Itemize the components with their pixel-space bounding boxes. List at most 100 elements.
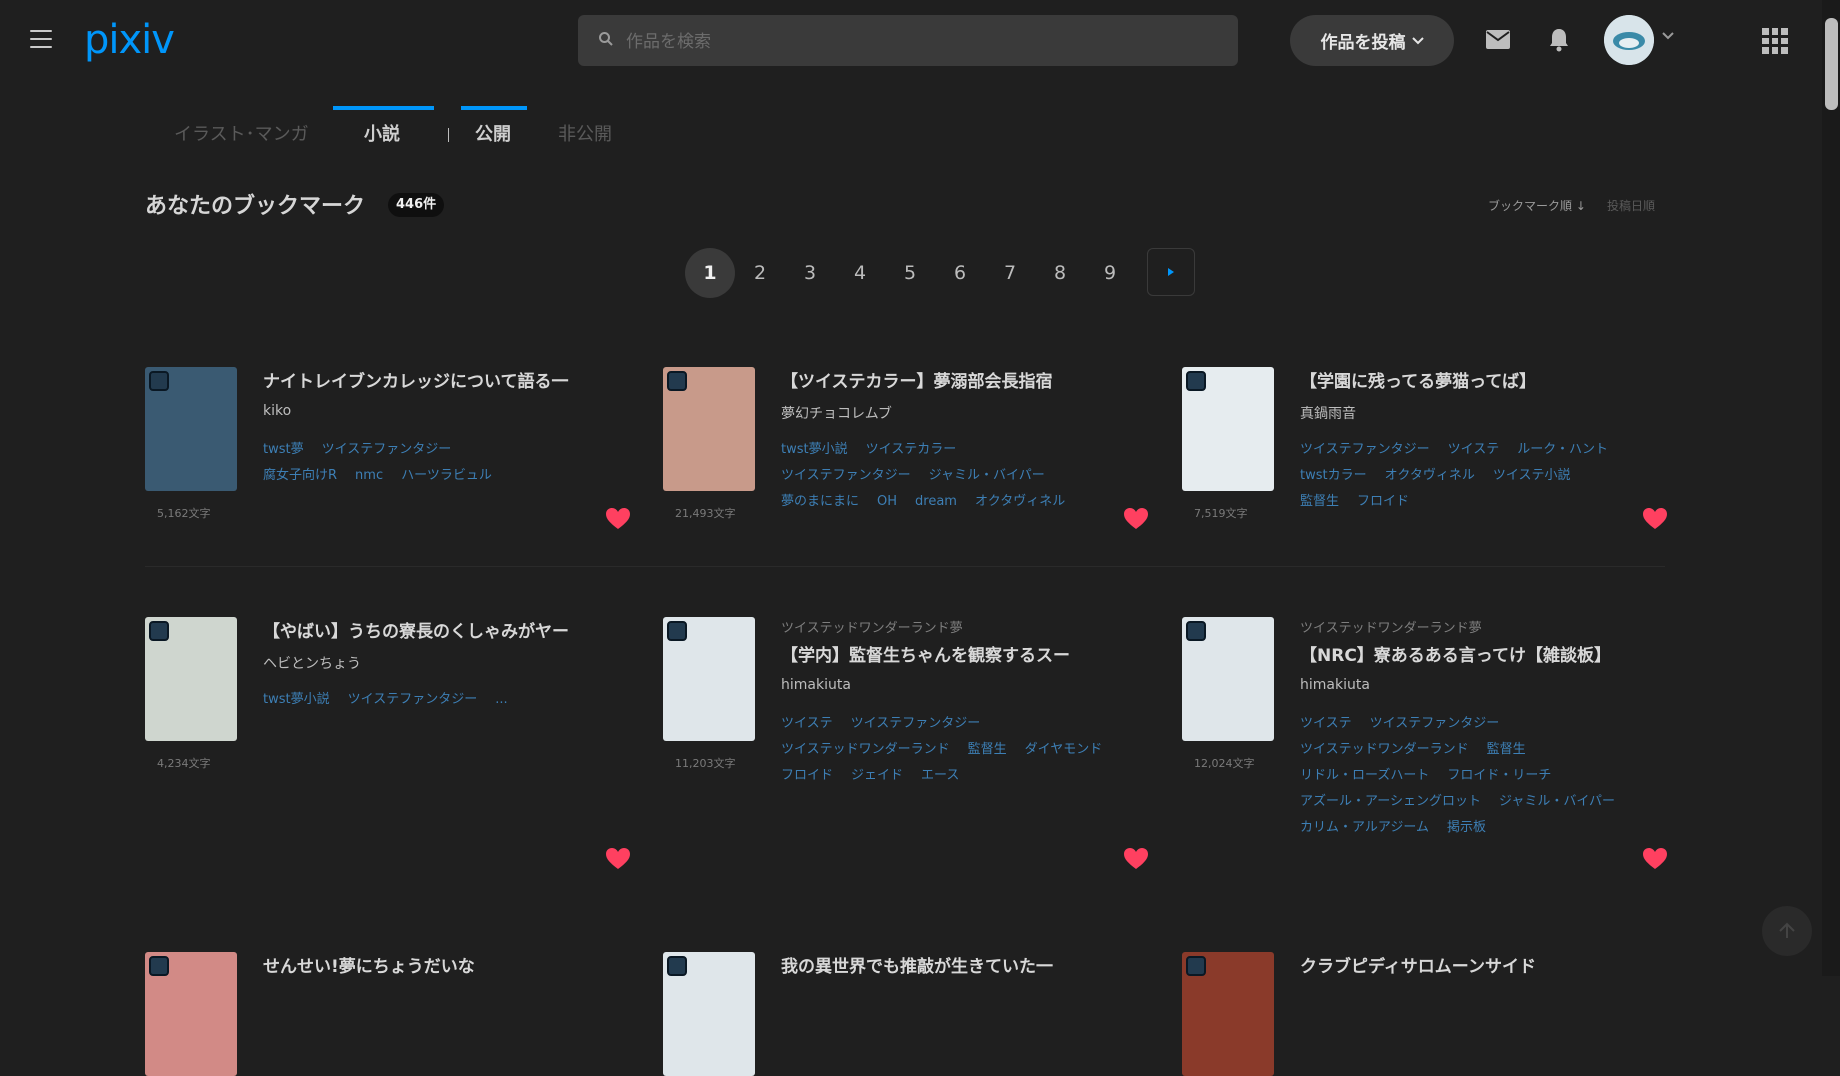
- tag-link[interactable]: 腐女子向けR: [263, 468, 337, 483]
- next-page-button[interactable]: [1147, 248, 1195, 296]
- tag-link[interactable]: ツイステ: [1300, 716, 1352, 731]
- page-2[interactable]: 2: [735, 248, 785, 298]
- tag-link[interactable]: フロイド・リーチ: [1447, 768, 1551, 783]
- novel-cover[interactable]: [663, 617, 755, 741]
- novel-title[interactable]: 【学内】監督生ちゃんを観察するスー: [781, 641, 1070, 666]
- tag-link[interactable]: ジャミル・バイパー: [929, 468, 1045, 483]
- scrollbar-track[interactable]: [1822, 0, 1840, 976]
- search-input[interactable]: [624, 15, 1228, 68]
- tag-link[interactable]: フロイド: [1357, 494, 1409, 509]
- tag-link[interactable]: オクタヴィネル: [975, 494, 1065, 509]
- novel-cover[interactable]: [1182, 617, 1274, 741]
- tag-link[interactable]: twst夢小説: [781, 442, 848, 457]
- tag-link[interactable]: ルーク・ハント: [1517, 442, 1608, 457]
- tag-link[interactable]: ツイステカラー: [866, 442, 957, 457]
- novel-cover[interactable]: [1182, 952, 1274, 1076]
- apps-grid-icon[interactable]: [1762, 28, 1788, 54]
- page-9[interactable]: 9: [1085, 248, 1135, 298]
- series-title[interactable]: ツイステッドワンダーランド夢: [1300, 617, 1482, 636]
- tag-link[interactable]: ツイステッドワンダーランド: [1300, 742, 1469, 757]
- tag-link[interactable]: オクタヴィネル: [1385, 468, 1475, 483]
- post-work-button[interactable]: 作品を投稿: [1290, 15, 1454, 66]
- sort-by-bookmark[interactable]: ブックマーク順 ↓: [1488, 197, 1586, 214]
- select-checkbox[interactable]: [667, 621, 687, 641]
- tab-public[interactable]: 公開: [475, 120, 511, 146]
- tag-link[interactable]: ツイステ: [781, 716, 833, 731]
- bookmark-heart-icon[interactable]: [1123, 847, 1149, 871]
- tag-link[interactable]: ツイステッドワンダーランド: [781, 742, 950, 757]
- tag-link[interactable]: ツイステ小説: [1493, 468, 1571, 483]
- scroll-to-top-button[interactable]: [1762, 906, 1812, 956]
- avatar[interactable]: [1604, 15, 1654, 65]
- page-3[interactable]: 3: [785, 248, 835, 298]
- bell-icon[interactable]: [1549, 28, 1569, 52]
- tag-link[interactable]: ツイステ: [1448, 442, 1500, 457]
- select-checkbox[interactable]: [1186, 371, 1206, 391]
- novel-cover[interactable]: [145, 617, 237, 741]
- tag-link[interactable]: ...: [495, 692, 507, 707]
- chevron-down-icon[interactable]: [1662, 32, 1674, 40]
- author-name[interactable]: 真鍋雨音: [1300, 403, 1356, 423]
- page-5[interactable]: 5: [885, 248, 935, 298]
- novel-title[interactable]: 【ツイステカラー】夢溺部会長指宿: [781, 367, 1053, 392]
- tag-link[interactable]: ツイステファンタジー: [348, 692, 478, 707]
- novel-cover[interactable]: [145, 367, 237, 491]
- select-checkbox[interactable]: [149, 371, 169, 391]
- tag-link[interactable]: ツイステファンタジー: [781, 468, 911, 483]
- tag-link[interactable]: 夢のまにまに: [781, 494, 859, 509]
- novel-cover[interactable]: [663, 367, 755, 491]
- tag-link[interactable]: nmc: [355, 468, 383, 483]
- tag-link[interactable]: twstカラー: [1300, 468, 1367, 483]
- author-name[interactable]: kiko: [263, 403, 291, 419]
- tag-link[interactable]: 監督生: [1300, 494, 1339, 509]
- scrollbar-thumb[interactable]: [1825, 18, 1838, 110]
- author-name[interactable]: himakiuta: [1300, 677, 1370, 693]
- novel-cover[interactable]: [1182, 367, 1274, 491]
- tab-private[interactable]: 非公開: [558, 120, 612, 146]
- select-checkbox[interactable]: [1186, 956, 1206, 976]
- page-4[interactable]: 4: [835, 248, 885, 298]
- tag-link[interactable]: twst夢: [263, 442, 304, 457]
- tag-link[interactable]: ハーツラビュル: [401, 468, 492, 483]
- sort-by-posted[interactable]: 投稿日順: [1607, 197, 1655, 214]
- author-name[interactable]: himakiuta: [781, 677, 851, 693]
- tag-link[interactable]: 監督生: [1487, 742, 1526, 757]
- select-checkbox[interactable]: [149, 956, 169, 976]
- novel-cover[interactable]: [663, 952, 755, 1076]
- bookmark-heart-icon[interactable]: [1642, 847, 1668, 871]
- page-7[interactable]: 7: [985, 248, 1035, 298]
- page-8[interactable]: 8: [1035, 248, 1085, 298]
- tag-link[interactable]: dream: [915, 494, 957, 509]
- bookmark-heart-icon[interactable]: [605, 507, 631, 531]
- tag-link[interactable]: フロイド: [781, 768, 833, 783]
- tag-link[interactable]: ツイステファンタジー: [851, 716, 981, 731]
- tag-link[interactable]: 監督生: [968, 742, 1007, 757]
- novel-title[interactable]: 我の異世界でも推敲が生きていた一: [781, 952, 1053, 977]
- tag-link[interactable]: リドル・ローズハート: [1300, 768, 1429, 783]
- tag-link[interactable]: OH: [877, 494, 897, 509]
- author-name[interactable]: ヘビとンちょう: [263, 653, 361, 673]
- select-checkbox[interactable]: [1186, 621, 1206, 641]
- novel-cover[interactable]: [145, 952, 237, 1076]
- tab-novel[interactable]: 小説: [364, 120, 400, 146]
- novel-title[interactable]: 【NRC】寮あるある言ってけ【雑談板】: [1300, 641, 1611, 666]
- mail-icon[interactable]: [1486, 30, 1510, 49]
- search-bar[interactable]: [578, 15, 1238, 68]
- tag-link[interactable]: 掲示板: [1447, 820, 1486, 835]
- pixiv-logo[interactable]: pixiv: [84, 14, 175, 66]
- tag-link[interactable]: ジャミル・バイパー: [1499, 794, 1615, 809]
- novel-title[interactable]: 【やばい】うちの寮長のくしゃみがヤー: [263, 617, 569, 642]
- tag-link[interactable]: ツイステファンタジー: [1300, 442, 1430, 457]
- tag-link[interactable]: アズール・アーシェングロット: [1300, 794, 1481, 809]
- bookmark-heart-icon[interactable]: [605, 847, 631, 871]
- select-checkbox[interactable]: [667, 956, 687, 976]
- tag-link[interactable]: ツイステファンタジー: [322, 442, 452, 457]
- select-checkbox[interactable]: [149, 621, 169, 641]
- tag-link[interactable]: エース: [921, 768, 959, 783]
- page-1[interactable]: 1: [685, 248, 735, 298]
- menu-icon[interactable]: [30, 30, 52, 48]
- tag-link[interactable]: ジェイド: [851, 768, 903, 783]
- select-checkbox[interactable]: [667, 371, 687, 391]
- novel-title[interactable]: クラブピディサロムーンサイド: [1300, 952, 1536, 977]
- novel-title[interactable]: ナイトレイブンカレッジについて語る一: [263, 367, 569, 392]
